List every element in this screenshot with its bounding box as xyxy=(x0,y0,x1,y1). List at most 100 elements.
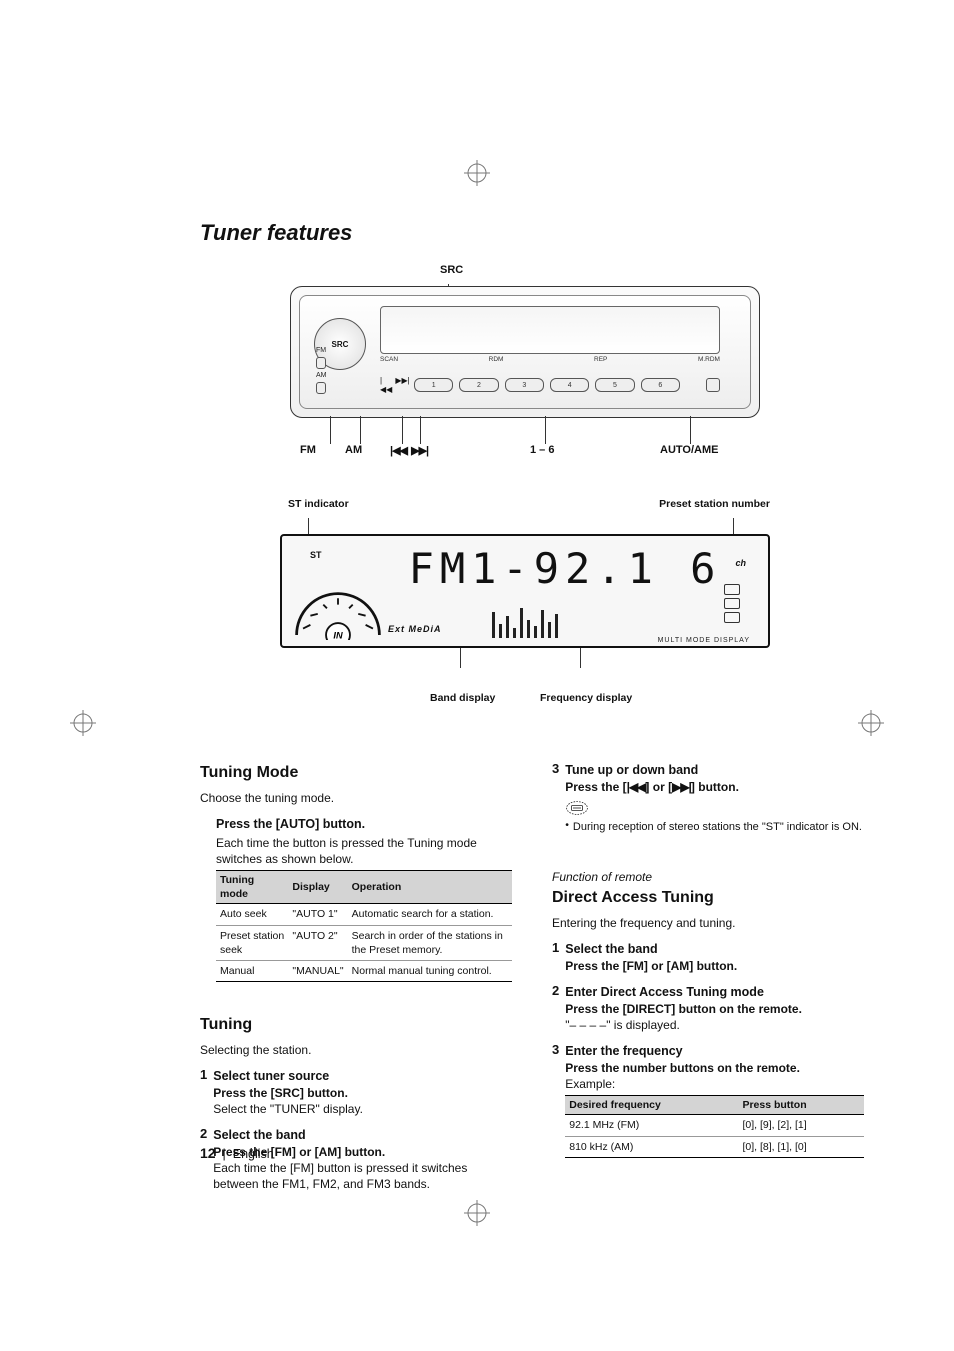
am-chip-label: AM xyxy=(316,371,358,381)
step-instr: Press the [DIRECT] button on the remote. xyxy=(565,1001,864,1017)
tuning-intro: Selecting the station. xyxy=(200,1042,512,1058)
bullet-icon: • xyxy=(565,820,569,835)
page-number: 12 xyxy=(200,1145,216,1161)
mid-mrdm: M.RDM xyxy=(698,356,720,363)
num-btn-4: 4 xyxy=(550,378,589,392)
table-cell: 810 kHz (AM) xyxy=(565,1136,738,1157)
callout-am: AM xyxy=(345,444,362,456)
step-number: 1 xyxy=(552,941,559,974)
lcd-st: ST xyxy=(310,550,322,560)
lcd-ext-media: Ext MeDiA xyxy=(388,624,442,634)
num-btn-6: 6 xyxy=(641,378,680,392)
table-cell: Automatic search for a station. xyxy=(348,904,512,925)
table-cell: "AUTO 1" xyxy=(288,904,347,925)
step-number: 1 xyxy=(200,1068,207,1117)
tuning-mode-body: Each time the button is pressed the Tuni… xyxy=(216,835,512,867)
step-number: 3 xyxy=(552,762,559,835)
callout-prev-next: |◀◀ ▶▶| xyxy=(390,444,428,457)
table-cell: Normal manual tuning control. xyxy=(348,960,512,981)
page-language: English xyxy=(233,1147,274,1161)
step-body-text: Select the "TUNER" display. xyxy=(213,1101,512,1117)
table-header: Operation xyxy=(348,871,512,904)
table-header: Tuning mode xyxy=(216,871,288,904)
function-of-remote-label: Function of remote xyxy=(552,869,864,885)
table-cell: Manual xyxy=(216,960,288,981)
step-number: 3 xyxy=(552,1043,559,1158)
step-instr: Press the [|◀◀] or [▶▶|] button. xyxy=(565,779,864,795)
num-btn-2: 2 xyxy=(459,378,498,392)
crop-mark-left xyxy=(70,710,96,736)
callout-fm: FM xyxy=(300,444,316,456)
callout-frequency-display: Frequency display xyxy=(540,692,632,704)
tuning-mode-instr: Press the [AUTO] button. xyxy=(216,816,512,833)
step-instr: Press the number buttons on the remote. xyxy=(565,1060,864,1076)
step-instr: Press the [SRC] button. xyxy=(213,1085,512,1101)
step-title: Tune up or down band xyxy=(565,762,864,779)
page-footer: 12 | English xyxy=(200,1145,274,1161)
direct-intro: Entering the frequency and tuning. xyxy=(552,915,864,931)
prev-icon: |◀◀ xyxy=(627,780,646,794)
table-cell: 92.1 MHz (FM) xyxy=(565,1115,738,1136)
num-btn-5: 5 xyxy=(595,378,634,392)
callout-range: 1 – 6 xyxy=(530,444,554,456)
lcd-slot-icon xyxy=(724,598,740,609)
device-diagram: SRC SRC FM AM SCAN RDM REP M.RDM xyxy=(290,264,760,470)
crop-mark-right xyxy=(858,710,884,736)
callout-auto: AUTO/AME xyxy=(660,444,718,456)
lcd-slot-icon xyxy=(724,612,740,623)
tuning-mode-table: Tuning mode Display Operation Auto seek … xyxy=(216,870,512,982)
section-title: Tuner features xyxy=(200,220,864,246)
num-btn-1: 1 xyxy=(414,378,453,392)
crop-mark-bottom xyxy=(464,1200,490,1226)
device-box: SRC FM AM SCAN RDM REP M.RDM |◀◀ xyxy=(290,286,760,418)
heading-tuning-mode: Tuning Mode xyxy=(200,762,512,784)
table-cell: "AUTO 2" xyxy=(288,925,347,960)
table-header: Display xyxy=(288,871,347,904)
step-title: Select tuner source xyxy=(213,1068,512,1085)
heading-tuning: Tuning xyxy=(200,1014,512,1036)
step-title: Enter Direct Access Tuning mode xyxy=(565,984,864,1001)
num-btn-3: 3 xyxy=(505,378,544,392)
note-icon xyxy=(565,799,864,816)
mid-rdm: RDM xyxy=(489,356,504,363)
step-body-text: Example: xyxy=(565,1076,864,1092)
lcd-mode-strip: MULTI MODE DISPLAY xyxy=(658,637,750,644)
step-number: 2 xyxy=(552,984,559,1033)
table-header: Desired frequency xyxy=(565,1096,738,1115)
next-icon: ▶▶| xyxy=(395,376,409,394)
fm-chip xyxy=(316,357,326,369)
table-header: Press button xyxy=(738,1096,864,1115)
lcd-in: IN xyxy=(333,631,343,640)
mid-rep: REP xyxy=(594,356,607,363)
lcd-readout: FM1-92.1 6 xyxy=(392,544,738,592)
crop-mark-top xyxy=(464,160,490,186)
mid-scan: SCAN xyxy=(380,356,398,363)
table-cell: "MANUAL" xyxy=(288,960,347,981)
lcd-diagram: ST indicator Preset station number ST FM… xyxy=(280,498,770,718)
step-title: Enter the frequency xyxy=(565,1043,864,1060)
lcd-dial-icon: IN xyxy=(292,584,384,640)
left-column: Tuning Mode Choose the tuning mode. Pres… xyxy=(200,762,512,1193)
step-body-text: "– – – –" is displayed. xyxy=(565,1017,864,1033)
callout-st-indicator: ST indicator xyxy=(288,498,349,510)
fm-chip-label: FM xyxy=(316,346,358,356)
note-text: During reception of stereo stations the … xyxy=(573,820,862,835)
table-cell: Search in order of the stations in the P… xyxy=(348,925,512,960)
table-cell: Auto seek xyxy=(216,904,288,925)
step-body-text: Each time the [FM] button is pressed it … xyxy=(213,1160,512,1192)
heading-direct-access: Direct Access Tuning xyxy=(552,887,864,909)
table-cell: [0], [9], [2], [1] xyxy=(738,1115,864,1136)
am-chip xyxy=(316,382,326,394)
auto-btn-chip xyxy=(706,378,720,392)
table-cell: [0], [8], [1], [0] xyxy=(738,1136,864,1157)
lcd-ch: ch xyxy=(735,558,746,568)
next-icon: ▶▶| xyxy=(672,780,691,794)
direct-table: Desired frequency Press button 92.1 MHz … xyxy=(565,1095,864,1158)
step-title: Select the band xyxy=(565,941,864,958)
callout-band-display: Band display xyxy=(430,692,495,704)
prev-icon: |◀◀ xyxy=(380,376,392,394)
table-cell: Preset station seek xyxy=(216,925,288,960)
step-instr: Press the [FM] or [AM] button. xyxy=(565,958,864,974)
right-column: 3 Tune up or down band Press the [|◀◀] o… xyxy=(552,762,864,1193)
lcd-spectrum-icon xyxy=(492,598,756,638)
